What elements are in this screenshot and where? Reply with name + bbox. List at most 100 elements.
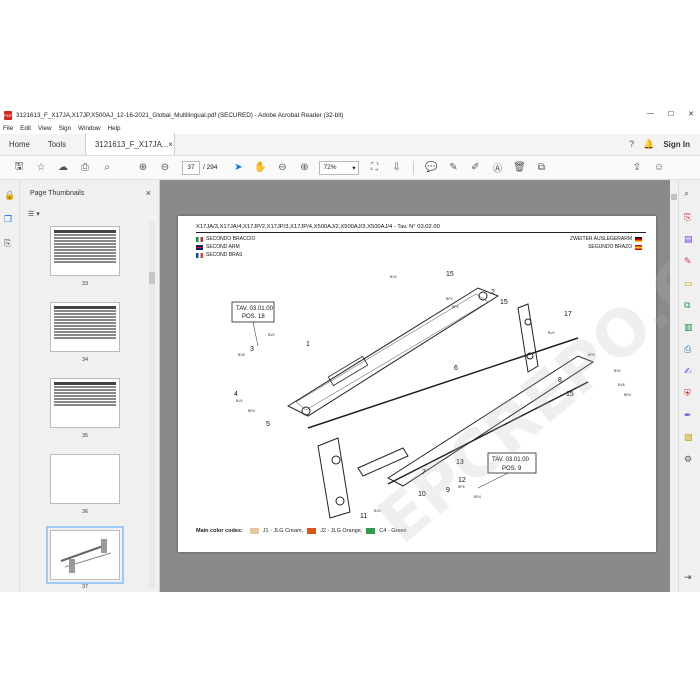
tab-close-icon[interactable]: ×: [168, 140, 173, 149]
zoom-in-icon[interactable]: ⊕: [293, 162, 315, 173]
lock-icon[interactable]: 🔒: [4, 190, 15, 201]
thumbnail-options-menu[interactable]: ☰ ▾: [28, 210, 40, 218]
fit-page-icon[interactable]: ⛶: [363, 162, 385, 173]
minimize-button[interactable]: —: [647, 110, 654, 118]
callout-5: 5: [266, 421, 270, 428]
send-for-signature-icon[interactable]: ✒: [684, 410, 692, 421]
callout-10: 10: [418, 491, 426, 498]
callout-9: 9: [446, 487, 450, 494]
hand-tool-icon[interactable]: ✋: [249, 162, 271, 173]
save-icon[interactable]: 🖫: [8, 159, 30, 176]
maximize-button[interactable]: ☐: [668, 110, 674, 118]
compress-icon[interactable]: ▧: [684, 432, 693, 443]
previous-page-icon[interactable]: ⊕: [132, 162, 154, 173]
part-code: BR4: [624, 393, 631, 397]
scan-ocr-icon[interactable]: ⎙: [684, 344, 691, 355]
callout-2: 2: [491, 289, 495, 296]
thumbnail-page-33[interactable]: [50, 226, 120, 276]
create-pdf-icon[interactable]: ▤: [684, 234, 693, 245]
callout-3: 3: [250, 346, 254, 353]
attachment-icon[interactable]: ⎘: [4, 238, 11, 249]
color-swatch-cream: [249, 528, 259, 534]
tab-document[interactable]: 3121613_F_X17JA... ×: [85, 133, 176, 155]
organize-pages-icon[interactable]: ▥: [684, 322, 693, 333]
panel-title: Page Thumbnails: [30, 190, 85, 197]
menu-file[interactable]: File: [3, 125, 13, 132]
menu-view[interactable]: View: [38, 125, 52, 132]
draw-icon[interactable]: ✐: [464, 162, 486, 173]
thumbnail-page-35[interactable]: [50, 378, 120, 428]
part-code: BV8: [618, 383, 625, 387]
zoom-select[interactable]: 72% ▾: [319, 160, 360, 175]
zoom-out-icon[interactable]: ⊖: [271, 162, 293, 173]
chevron-down-icon: ▾: [352, 164, 356, 172]
ref-box-1-line2: POS. 18: [242, 314, 265, 320]
account-icon[interactable]: ☺: [648, 162, 670, 173]
acrobat-window: PDF 3121613_F_X17JA,X17JP,X500AJ_12-16-2…: [0, 108, 700, 592]
next-page-icon[interactable]: ⊖: [154, 162, 176, 173]
menu-window[interactable]: Window: [78, 125, 100, 132]
tabbar-right: ? 🔔 Sign In: [629, 133, 700, 155]
thumbnail-label: 36: [81, 509, 89, 515]
thumbnail-label: 35: [81, 433, 89, 439]
close-panel-icon[interactable]: ×: [146, 188, 151, 198]
export-pdf-icon[interactable]: ⎘: [684, 212, 691, 223]
menu-help[interactable]: Help: [108, 125, 121, 132]
combine-files-icon[interactable]: ⧉: [684, 300, 690, 311]
exploded-parts-diagram: TAV. 03.01.00 POS. 18 TAV. 03.01.00 POS.…: [231, 271, 631, 520]
more-tools-icon[interactable]: ⚙: [684, 454, 692, 465]
comment-tool-icon[interactable]: ▭: [684, 278, 693, 289]
highlight-pen-icon[interactable]: ✎: [442, 162, 464, 173]
fill-sign-icon[interactable]: ✍: [684, 366, 692, 377]
thumbnail-page-34[interactable]: [50, 302, 120, 352]
share-icon[interactable]: ⇪: [626, 162, 648, 173]
thumbnail-page-36[interactable]: [50, 454, 120, 504]
search-icon[interactable]: ⌕: [684, 188, 689, 199]
bookmark-star-icon[interactable]: ☆: [30, 162, 52, 173]
scroll-mode-icon[interactable]: ⇩: [385, 162, 407, 173]
page-total: / 294: [203, 164, 218, 171]
menu-sign[interactable]: Sign: [59, 125, 72, 132]
page-thumbnails-icon[interactable]: ❐: [4, 214, 12, 225]
callout-15b: 15: [500, 299, 508, 306]
comment-icon[interactable]: 💬: [420, 162, 442, 173]
panel-scroll-thumb[interactable]: [149, 272, 155, 284]
tab-home[interactable]: Home: [0, 133, 39, 155]
print-icon[interactable]: ⎙: [74, 162, 96, 173]
upload-cloud-icon[interactable]: ☁: [52, 162, 74, 173]
left-rail: 🔒 ❐ ⎘: [0, 180, 20, 592]
zoom-value: 72%: [323, 164, 337, 171]
help-icon[interactable]: ?: [629, 139, 634, 149]
tab-tools[interactable]: Tools: [39, 133, 75, 155]
part-code: BP6: [588, 353, 595, 357]
more-tools-icon[interactable]: ⧉: [530, 162, 552, 173]
thumbnail-label: 34: [81, 357, 89, 363]
select-cursor-icon[interactable]: ➤: [227, 162, 249, 173]
callout-8: 8: [558, 377, 562, 384]
notifications-bell-icon[interactable]: 🔔: [643, 139, 654, 150]
edit-pdf-icon[interactable]: ✎: [684, 256, 692, 267]
callout-11: 11: [360, 513, 367, 520]
color-code-c4: C4 - Green: [379, 528, 407, 534]
search-icon[interactable]: ⌕: [96, 162, 118, 173]
protect-icon[interactable]: ⛨: [684, 388, 691, 399]
window-controls: — ☐ ✕: [647, 110, 694, 118]
close-window-button[interactable]: ✕: [688, 110, 694, 118]
sign-in-button[interactable]: Sign In: [663, 140, 690, 149]
thumbnail-page-37[interactable]: [46, 526, 124, 584]
part-code: BV4: [236, 399, 243, 403]
color-swatch-green: [366, 528, 376, 534]
document-scrollbar[interactable]: [670, 180, 678, 592]
text-edit-icon[interactable]: Ⓐ: [486, 160, 508, 175]
tab-bar: Home Tools 3121613_F_X17JA... × ? 🔔 Sign…: [0, 133, 700, 156]
menu-edit[interactable]: Edit: [20, 125, 31, 132]
panel-scrollbar[interactable]: [149, 222, 155, 587]
document-scroll-thumb[interactable]: [671, 194, 677, 200]
collapse-rail-icon[interactable]: ⇥: [684, 572, 692, 583]
part-code: BV4: [614, 369, 621, 373]
document-view[interactable]: X17JA/3,X17JA/4,X17JP/2,X17JP/3,X17JP/4,…: [160, 180, 670, 592]
part-code: BR4: [474, 495, 481, 499]
delete-icon[interactable]: 🗑: [508, 162, 530, 173]
part-code: BV4: [390, 275, 397, 279]
page-number-input[interactable]: 37: [182, 160, 200, 175]
